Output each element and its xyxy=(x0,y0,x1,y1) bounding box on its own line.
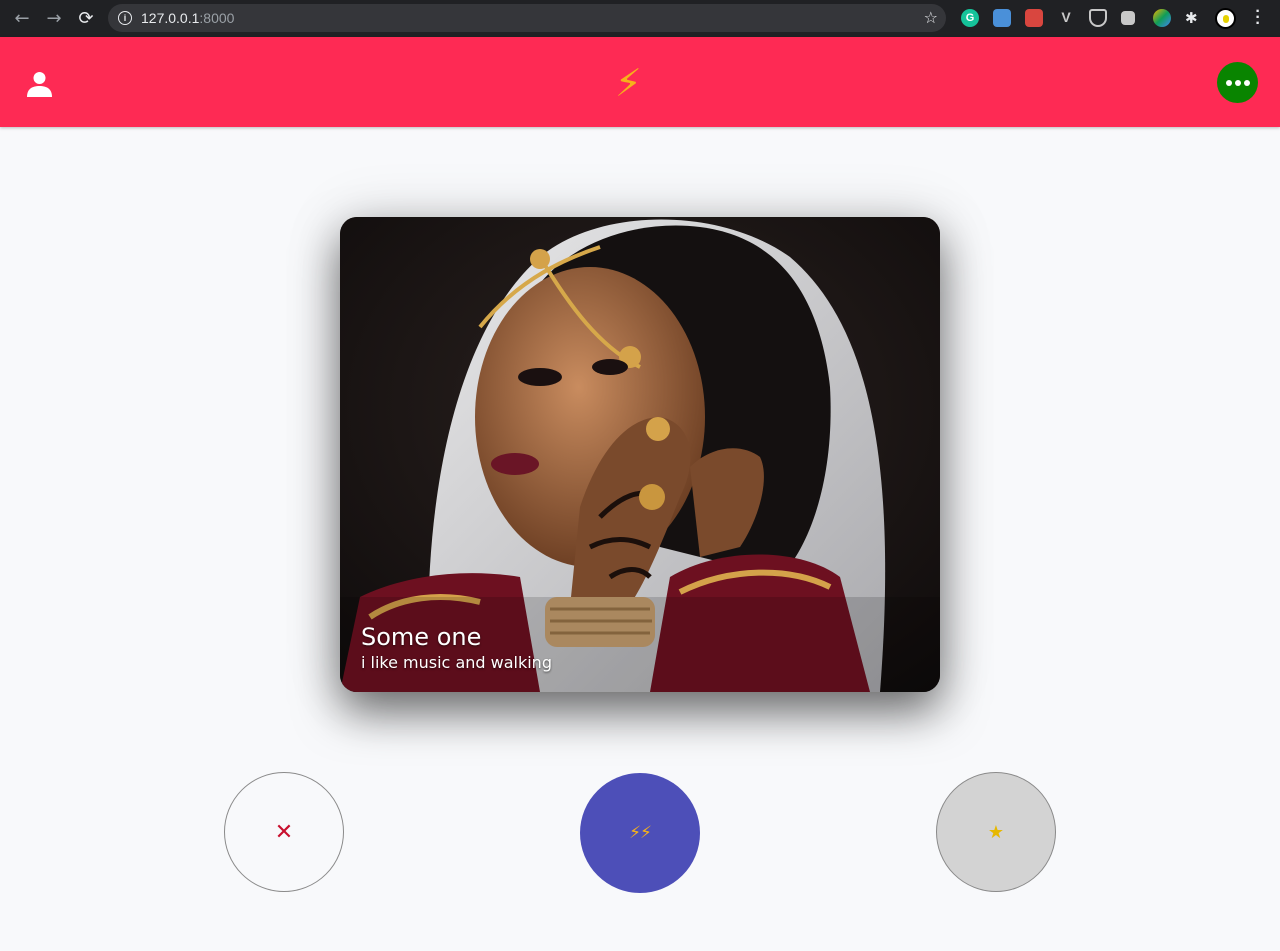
extension-color-icon[interactable] xyxy=(1153,9,1171,27)
profile-card[interactable]: Some one i like music and walking xyxy=(340,217,940,692)
arrow-right-icon: → xyxy=(46,8,62,29)
arrow-left-icon: ← xyxy=(14,8,30,29)
reload-button[interactable]: ⟳ xyxy=(70,0,102,37)
extension-red-icon[interactable] xyxy=(1025,9,1043,27)
star-icon: ★ xyxy=(987,821,1005,843)
address-bar[interactable]: i 127.0.0.1:8000 ☆ xyxy=(108,4,946,32)
profile-bio: i like music and walking xyxy=(361,653,552,672)
lightning-logo-icon: ⚡ xyxy=(615,61,642,105)
info-icon[interactable]: i xyxy=(118,11,132,25)
reload-icon: ⟳ xyxy=(78,8,94,29)
dot-icon xyxy=(1243,79,1250,86)
dot-icon xyxy=(1225,79,1232,86)
bookmark-star-icon[interactable]: ☆ xyxy=(924,8,938,27)
nope-button[interactable]: ✕ xyxy=(224,772,344,892)
more-options-button[interactable] xyxy=(1217,62,1258,103)
back-button[interactable]: ← xyxy=(6,0,38,37)
extension-a-icon[interactable] xyxy=(993,9,1011,27)
browser-toolbar: ← → ⟳ i 127.0.0.1:8000 ☆ G V ✱ · · · xyxy=(0,0,1280,37)
close-icon: ✕ xyxy=(274,819,294,845)
forward-button[interactable]: → xyxy=(38,0,70,37)
like-button[interactable]: ⚡⚡ xyxy=(580,773,700,893)
profile-photo xyxy=(340,217,940,692)
app-header: ⚡ xyxy=(0,37,1280,127)
super-like-button[interactable]: ★ xyxy=(936,772,1056,892)
dot-icon xyxy=(1234,79,1241,86)
url-text: 127.0.0.1:8000 xyxy=(141,10,234,26)
puzzle-extensions-icon[interactable]: ✱ xyxy=(1185,9,1203,27)
grammarly-extension-icon[interactable]: G xyxy=(961,9,979,27)
extension-gray-icon[interactable] xyxy=(1121,11,1135,25)
url-host: 127.0.0.1 xyxy=(141,10,200,26)
url-port: :8000 xyxy=(199,10,235,26)
browser-menu-icon[interactable]: · · · xyxy=(1250,4,1266,32)
profile-name: Some one xyxy=(361,623,482,651)
double-lightning-icon: ⚡⚡ xyxy=(629,823,652,843)
user-profile-icon[interactable] xyxy=(26,71,53,97)
vue-devtools-icon[interactable]: V xyxy=(1057,9,1075,27)
shield-extension-icon[interactable] xyxy=(1089,9,1107,27)
profile-avatar-icon[interactable] xyxy=(1215,8,1236,29)
